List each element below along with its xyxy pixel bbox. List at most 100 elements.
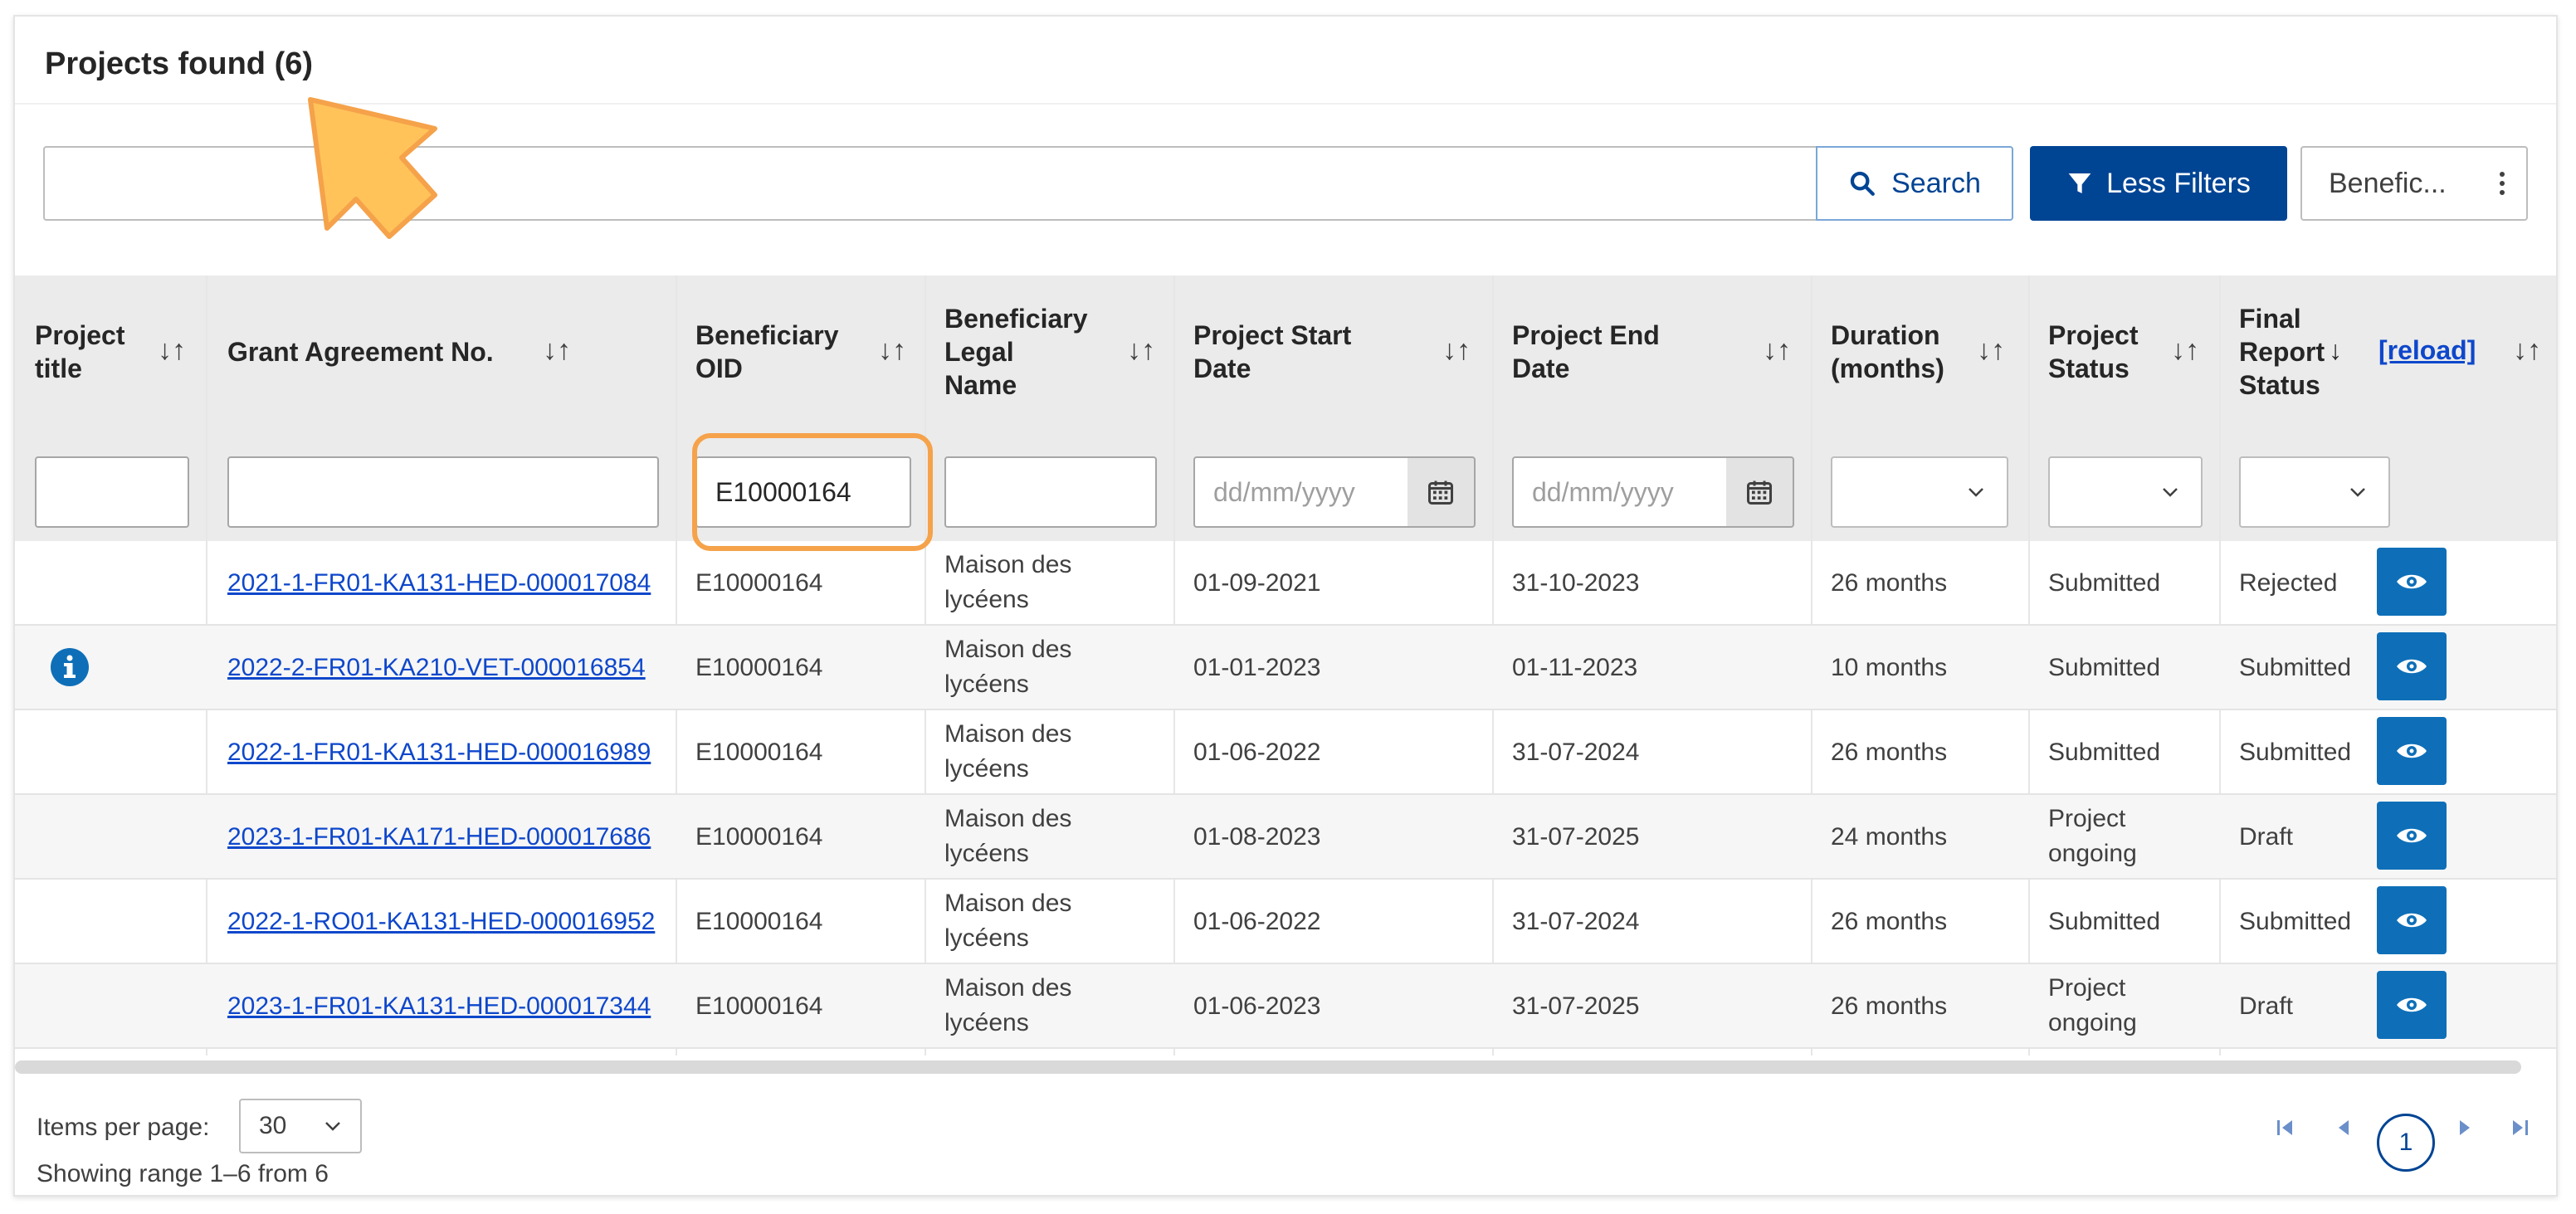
column-header-beneficiary-oid[interactable]: Beneficiary OID ↓↑ (695, 275, 920, 428)
status-cell: Submitted (2048, 908, 2161, 935)
start-date-cell: 01-01-2023 (1193, 654, 1321, 681)
legal-name-line-2: lycéens (944, 670, 1029, 698)
final-report-cell: Submitted (2239, 908, 2352, 935)
column-label: Project Status (2048, 320, 2139, 383)
grant-agreement-link[interactable]: 2021-1-FR01-KA131-HED-000017084 (227, 566, 651, 601)
items-per-page-value: 30 (259, 1112, 287, 1139)
sort-icon[interactable]: ↓↑ (1977, 334, 2005, 367)
end-date-cell: 31-07-2025 (1512, 823, 1640, 851)
start-date-picker-button[interactable] (1408, 456, 1476, 528)
grant-agreement-link[interactable]: 2022-1-RO01-KA131-HED-000016952 (227, 904, 655, 939)
grant-agreement-link[interactable]: 2022-1-FR01-KA131-HED-000016989 (227, 735, 651, 770)
grant-agreement-link[interactable]: 2023-1-FR01-KA171-HED-000017686 (227, 820, 651, 855)
duration-cell: 26 months (1831, 992, 1948, 1020)
search-icon (1850, 171, 1875, 196)
sort-icon[interactable]: ↓↑ (1442, 334, 1471, 367)
sort-icon[interactable]: ↓↑ (2513, 334, 2541, 367)
end-date-cell: 01-11-2023 (1512, 654, 1638, 681)
view-project-button[interactable] (2377, 548, 2447, 616)
previous-page-icon[interactable] (2330, 1115, 2355, 1140)
eye-icon (2397, 828, 2427, 843)
start-date-cell: 01-06-2022 (1193, 739, 1321, 766)
filter-duration-select[interactable] (1831, 456, 2008, 528)
status-cell: Submitted (2048, 569, 2161, 597)
filter-legal-name[interactable] (944, 456, 1157, 528)
range-text: Showing range 1–6 from 6 (37, 1160, 329, 1187)
column-header-project-title[interactable]: Project title ↓↑ (35, 275, 193, 428)
less-filters-label: Less Filters (2106, 167, 2251, 199)
items-per-page-select[interactable]: 30 (239, 1099, 362, 1153)
column-header-project-status[interactable]: Project Status ↓↑ (2048, 275, 2222, 428)
start-date-cell: 01-09-2021 (1193, 569, 1321, 597)
last-page-icon[interactable] (2508, 1115, 2533, 1140)
sort-icon[interactable]: ↓↑ (1763, 334, 1791, 367)
legal-name-line-1: Maison des (944, 805, 1072, 832)
reload-link[interactable]: [reload] (2378, 334, 2476, 367)
final-report-cell: Draft (2239, 823, 2294, 851)
column-label: Duration (months) (1831, 320, 1944, 383)
first-page-icon[interactable] (2272, 1115, 2297, 1140)
search-button[interactable]: Search (1816, 146, 2013, 221)
sort-icon[interactable]: ↓↑ (2171, 334, 2199, 367)
sort-icon[interactable]: ↓↑ (1127, 334, 1155, 367)
page-title: Projects found (6) (45, 46, 314, 81)
filter-final-report-select[interactable] (2239, 456, 2390, 528)
duration-cell: 26 months (1831, 739, 1948, 766)
final-report-cell: Submitted (2239, 739, 2352, 766)
view-project-button[interactable] (2377, 886, 2447, 954)
column-header-start-date[interactable]: Project Start Date ↓↑ (1193, 275, 1492, 428)
legal-name-line-1: Maison des (944, 720, 1072, 748)
column-menu-button[interactable]: Benefic... (2300, 146, 2528, 221)
horizontal-scrollbar[interactable] (15, 1060, 2521, 1074)
less-filters-button[interactable]: Less Filters (2030, 146, 2287, 221)
status-cell: Submitted (2048, 739, 2161, 766)
view-project-button[interactable] (2377, 717, 2447, 785)
legal-name-line-2: lycéens (944, 1009, 1029, 1036)
filter-project-title[interactable] (35, 456, 189, 528)
column-header-final-report[interactable]: Final Report Status ↓ [reload] ↓↑ (2239, 275, 2556, 428)
legal-name-line-1: Maison des (944, 551, 1072, 578)
filter-end-date[interactable]: dd/mm/yyyy (1512, 456, 1728, 528)
next-page-icon[interactable] (2453, 1115, 2478, 1140)
calendar-icon (1428, 480, 1453, 505)
duration-cell: 26 months (1831, 908, 1948, 935)
beneficiary-oid-cell: E10000164 (695, 654, 823, 681)
kebab-menu-icon (2500, 172, 2505, 195)
chevron-down-icon (2163, 488, 2178, 497)
highlight-box (692, 433, 933, 551)
view-project-button[interactable] (2377, 632, 2447, 700)
sort-icon[interactable]: ↓↑ (878, 334, 906, 367)
beneficiary-oid-cell: E10000164 (695, 569, 823, 597)
filter-grant-agreement[interactable] (227, 456, 659, 528)
legal-name-line-1: Maison des (944, 974, 1072, 1002)
info-icon[interactable] (50, 647, 90, 687)
table-row: 2021-1-FR01-KA131-HED-000017084 E10000164… (15, 541, 2556, 626)
view-project-button[interactable] (2377, 802, 2447, 870)
legal-name-line-1: Maison des (944, 636, 1072, 663)
grant-agreement-link[interactable]: 2022-2-FR01-KA210-VET-000016854 (227, 651, 646, 685)
column-header-grant-agreement[interactable]: Grant Agreement No. ↓↑ (227, 275, 651, 428)
search-button-label: Search (1891, 167, 1981, 199)
filter-status-select[interactable] (2048, 456, 2203, 528)
legal-name-line-2: lycéens (944, 840, 1029, 867)
sort-icon[interactable]: ↓↑ (158, 334, 186, 367)
chevron-down-icon (325, 1122, 340, 1131)
column-header-duration[interactable]: Duration (months) ↓↑ (1831, 275, 2022, 428)
column-header-end-date[interactable]: Project End Date ↓↑ (1512, 275, 1811, 428)
sort-icon[interactable]: ↓↑ (543, 334, 571, 367)
view-project-button[interactable] (2377, 971, 2447, 1039)
eye-icon (2397, 913, 2427, 928)
final-report-cell: Submitted (2239, 654, 2352, 681)
table-row: 2022-1-FR01-KA131-HED-000016989 E10000164… (15, 710, 2556, 795)
beneficiary-oid-cell: E10000164 (695, 992, 823, 1020)
current-page-button[interactable]: 1 (2377, 1114, 2435, 1172)
column-header-legal-name[interactable]: Beneficiary Legal Name ↓↑ (944, 275, 1168, 428)
end-date-cell: 31-10-2023 (1512, 569, 1640, 597)
status-line-1: Project (2048, 805, 2126, 832)
grant-agreement-link[interactable]: 2023-1-FR01-KA131-HED-000017344 (227, 989, 651, 1024)
end-date-picker-button[interactable] (1726, 456, 1794, 528)
beneficiary-oid-cell: E10000164 (695, 739, 823, 766)
legal-name-line-1: Maison des (944, 890, 1072, 917)
legal-name-line-2: lycéens (944, 586, 1029, 613)
filter-start-date[interactable]: dd/mm/yyyy (1193, 456, 1409, 528)
